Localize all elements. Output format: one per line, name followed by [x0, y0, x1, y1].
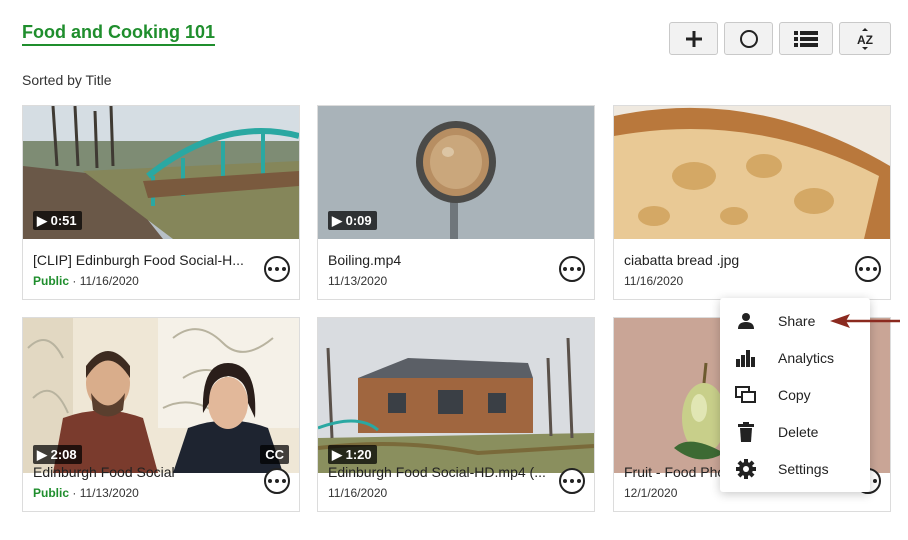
media-meta: Public · 11/16/2020 — [33, 274, 139, 288]
meta-separator: · — [69, 274, 80, 288]
menu-item-label: Delete — [778, 423, 819, 440]
menu-item-label: Copy — [778, 386, 811, 403]
media-date: 11/16/2020 — [624, 274, 684, 288]
sort-status-label: Sorted by Title — [22, 72, 112, 88]
closed-captions-badge: CC — [260, 445, 289, 464]
more-options-button[interactable] — [855, 256, 881, 282]
media-meta: 11/16/2020 — [328, 486, 387, 500]
media-meta: 12/1/2020 — [624, 486, 677, 500]
more-options-button[interactable] — [559, 468, 585, 494]
media-card[interactable]: ▶ 2:08 CC Edinburgh Food Social Public ·… — [22, 317, 300, 512]
copy-icon — [720, 385, 778, 404]
more-options-button[interactable] — [559, 256, 585, 282]
sort-button[interactable]: AZ — [839, 22, 891, 55]
list-view-button[interactable] — [779, 22, 833, 55]
toolbar: AZ — [669, 22, 891, 55]
thumbnail-image[interactable]: ▶ 2:08 CC — [23, 318, 299, 473]
media-card[interactable]: ▶ 1:20 Edinburgh Food Social-HD.mp4 (...… — [317, 317, 595, 512]
menu-item-copy[interactable]: Copy — [720, 376, 870, 413]
media-date: 11/13/2020 — [79, 486, 139, 500]
thumbnail-image[interactable]: ▶ 1:20 — [318, 318, 594, 473]
bar-chart-icon — [720, 349, 778, 367]
media-card[interactable]: ▶ 0:51 [CLIP] Edinburgh Food Social-H...… — [22, 105, 300, 300]
more-options-button[interactable] — [264, 468, 290, 494]
sort-az-icon: AZ — [857, 27, 873, 50]
media-date: 11/16/2020 — [79, 274, 139, 288]
person-icon — [720, 312, 778, 330]
media-title[interactable]: Edinburgh Food Social-HD.mp4 (... — [328, 464, 546, 480]
plus-icon — [685, 30, 702, 47]
trash-icon — [720, 421, 778, 442]
media-title[interactable]: ciabatta bread .jpg — [624, 252, 842, 268]
page-title[interactable]: Food and Cooking 101 — [22, 21, 216, 46]
media-date: 11/13/2020 — [328, 274, 388, 288]
media-meta: Public · 11/13/2020 — [33, 486, 139, 500]
duration-badge: ▶ 0:51 — [33, 211, 82, 230]
thumbnail-image[interactable] — [614, 106, 890, 239]
annotation-arrow-icon — [830, 314, 900, 328]
gear-icon — [720, 458, 778, 479]
menu-item-label: Share — [778, 312, 816, 329]
visibility-status: Public — [33, 486, 70, 500]
media-date: 11/16/2020 — [328, 486, 388, 500]
visibility-status: Public — [33, 274, 70, 288]
menu-item-label: Settings — [778, 460, 829, 477]
thumbnail-image[interactable]: ▶ 0:09 — [318, 106, 594, 239]
media-card[interactable]: ciabatta bread .jpg 11/16/2020 — [613, 105, 891, 300]
media-card[interactable]: ▶ 0:09 Boiling.mp4 11/13/2020 — [317, 105, 595, 300]
menu-item-analytics[interactable]: Analytics — [720, 339, 870, 376]
select-button[interactable] — [724, 22, 773, 55]
media-date: 12/1/2020 — [624, 486, 678, 500]
menu-item-label: Analytics — [778, 349, 835, 366]
list-view-icon — [794, 30, 818, 47]
svg-text:AZ: AZ — [857, 33, 873, 47]
media-meta: 11/16/2020 — [624, 274, 683, 288]
meta-separator: · — [69, 486, 80, 500]
duration-badge: ▶ 1:20 — [328, 445, 377, 464]
media-title[interactable]: Boiling.mp4 — [328, 252, 546, 268]
media-meta: 11/13/2020 — [328, 274, 387, 288]
duration-badge: ▶ 0:09 — [328, 211, 377, 230]
duration-badge: ▶ 2:08 — [33, 445, 82, 464]
media-title[interactable]: Edinburgh Food Social — [33, 464, 251, 480]
media-title[interactable]: [CLIP] Edinburgh Food Social-H... — [33, 252, 251, 268]
menu-item-delete[interactable]: Delete — [720, 413, 870, 450]
more-options-button[interactable] — [264, 256, 290, 282]
add-button[interactable] — [669, 22, 718, 55]
menu-item-settings[interactable]: Settings — [720, 450, 870, 487]
thumbnail-image[interactable]: ▶ 0:51 — [23, 106, 299, 239]
circle-icon — [739, 29, 758, 48]
